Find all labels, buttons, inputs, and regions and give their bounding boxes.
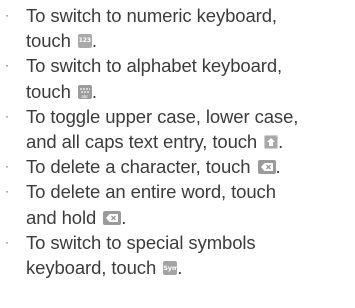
symbols-keyboard-icon: Sym <box>163 261 178 276</box>
bullet: · <box>5 58 9 73</box>
list-item: · To delete an entire word, touch and ho… <box>0 179 355 229</box>
item-text: To switch to numeric keyboard, <box>26 5 277 26</box>
bullet: · <box>5 8 9 22</box>
item-text: and hold <box>26 206 97 228</box>
delete-icon <box>257 160 276 175</box>
bullet: · <box>5 108 9 123</box>
instruction-list: · To switch to numeric keyboard, touch 1… <box>0 3 355 280</box>
list-item: · To switch to special symbols keyboard,… <box>0 230 355 280</box>
item-text: touch <box>26 30 71 52</box>
list-item: · To switch to numeric keyboard, touch 1… <box>0 3 355 53</box>
delete-icon <box>103 210 122 225</box>
item-tail: . <box>91 30 97 52</box>
list-item: · To toggle upper case, lower case, and … <box>0 104 355 154</box>
list-item: · To switch to alphabet keyboard, touch … <box>0 53 355 103</box>
item-text: To toggle upper case, lower case, <box>26 105 299 127</box>
alphabet-keyboard-icon: abc <box>77 84 92 99</box>
item-text: To delete an entire word, touch <box>26 181 276 203</box>
shift-icon <box>264 135 279 150</box>
bullet: · <box>5 234 9 249</box>
item-text: touch <box>26 80 71 102</box>
item-text: To switch to alphabet keyboard, <box>26 55 283 77</box>
item-text: To delete a character, touch <box>26 156 251 178</box>
item-tail: . <box>121 206 127 228</box>
bullet: · <box>5 159 9 174</box>
numeric-keyboard-icon: 123 <box>77 34 92 49</box>
item-text: To switch to special symbols <box>26 231 256 253</box>
item-text: and all caps text entry, touch <box>26 131 258 153</box>
item-tail: . <box>177 257 183 279</box>
item-tail: . <box>275 156 281 178</box>
item-text: keyboard, touch <box>26 257 157 279</box>
item-tail: . <box>91 80 97 102</box>
item-tail: . <box>278 131 284 153</box>
bullet: · <box>5 184 9 199</box>
list-item: · To delete a character, touch . <box>0 154 355 179</box>
